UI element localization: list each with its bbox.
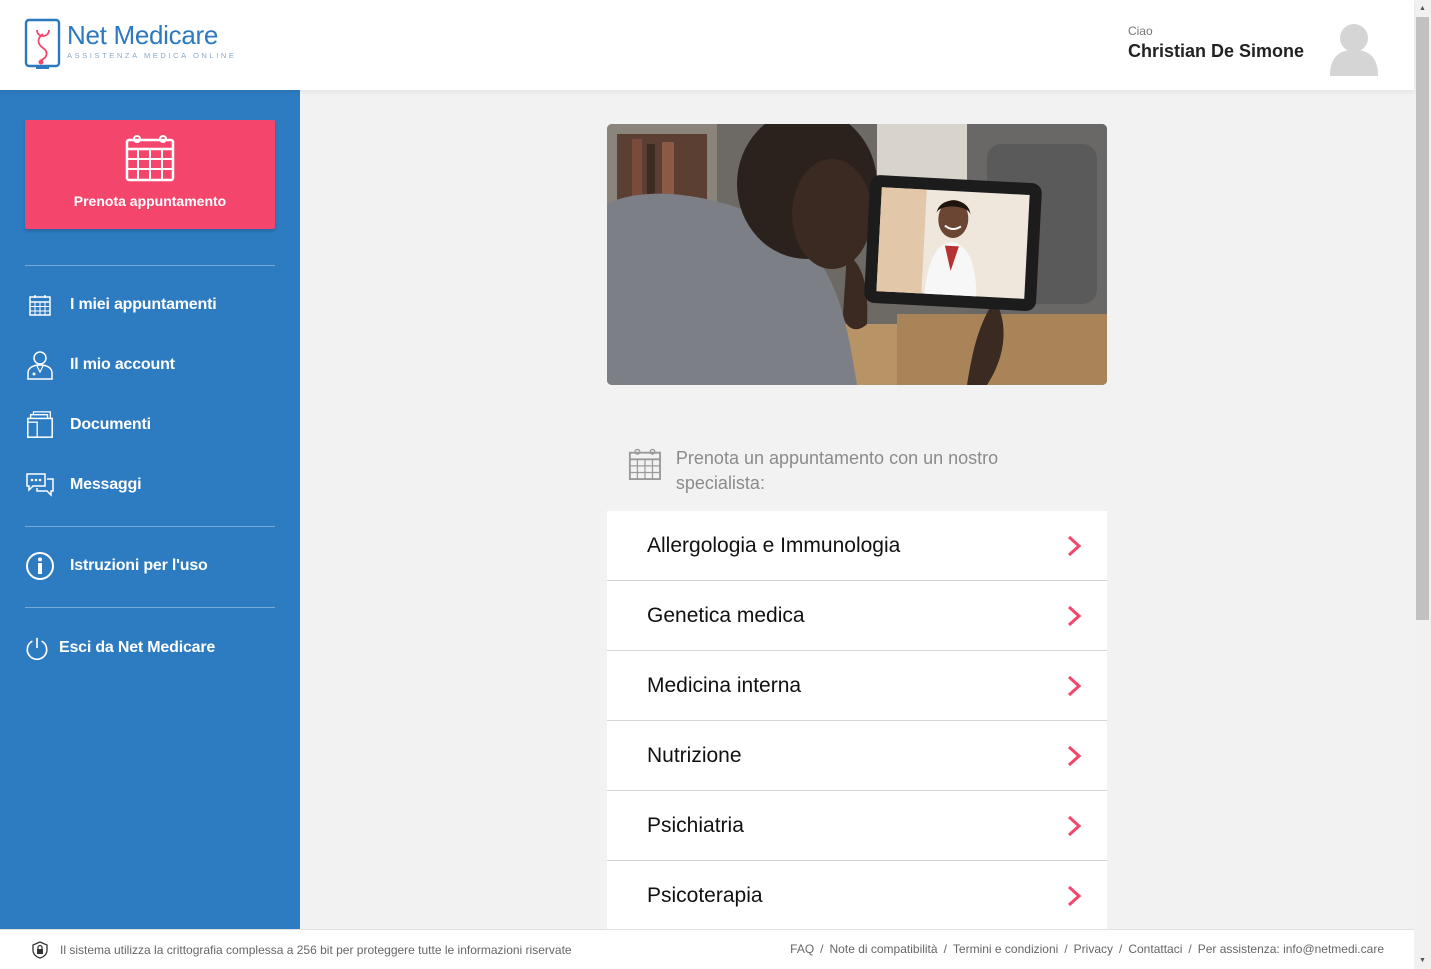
sidebar-item-label: Messaggi bbox=[70, 476, 142, 493]
booking-heading: Prenota un appuntamento con un nostro sp… bbox=[628, 446, 1068, 496]
user-greeting: Ciao bbox=[1127, 24, 1153, 38]
footer-link-compatibility[interactable]: Note di compatibilità bbox=[830, 942, 938, 956]
sidebar-item-label: Il mio account bbox=[70, 356, 175, 373]
sidebar-item-label: I miei appuntamenti bbox=[70, 296, 217, 313]
brand-subtitle: ASSISTENZA MEDICA ONLINE bbox=[67, 51, 237, 60]
chevron-right-icon bbox=[1067, 745, 1081, 766]
sidebar-item-label: Documenti bbox=[70, 416, 151, 433]
chevron-right-icon bbox=[1067, 605, 1081, 626]
brand-logo[interactable]: Net Medicare ASSISTENZA MEDICA ONLINE bbox=[24, 18, 237, 70]
specialty-item[interactable]: Genetica medica bbox=[607, 581, 1107, 651]
booking-heading-text: Prenota un appuntamento con un nostro sp… bbox=[675, 448, 999, 493]
documents-icon bbox=[25, 409, 55, 441]
calendar-icon bbox=[25, 289, 55, 321]
separator: / bbox=[943, 942, 947, 956]
scroll-up-arrow-icon[interactable]: ▲ bbox=[1414, 0, 1431, 17]
specialty-name: Medicina interna bbox=[647, 673, 802, 697]
logo-icon bbox=[24, 18, 61, 69]
info-icon bbox=[25, 550, 55, 582]
sidebar: Prenota appuntamento I miei appuntamenti… bbox=[0, 90, 300, 929]
user-name: Christian De Simone bbox=[1127, 41, 1304, 61]
specialty-item[interactable]: Psicoterapia bbox=[607, 861, 1107, 931]
specialty-name: Psicoterapia bbox=[647, 883, 763, 907]
scroll-thumb[interactable] bbox=[1416, 17, 1429, 620]
sidebar-item-appointments[interactable]: I miei appuntamenti bbox=[25, 285, 275, 325]
footer-link-contact[interactable]: Contattaci bbox=[1128, 942, 1182, 956]
scroll-down-arrow-icon[interactable]: ▼ bbox=[1414, 952, 1431, 969]
footer-link-terms[interactable]: Termini e condizioni bbox=[953, 942, 1058, 956]
separator: / bbox=[820, 942, 824, 956]
sidebar-item-documents[interactable]: Documenti bbox=[25, 405, 275, 445]
sidebar-divider bbox=[25, 607, 275, 608]
chevron-right-icon bbox=[1067, 675, 1081, 696]
sidebar-divider bbox=[25, 526, 275, 527]
book-appointment-label: Prenota appuntamento bbox=[73, 193, 227, 209]
footer: Il sistema utilizza la crittografia comp… bbox=[0, 929, 1414, 969]
calendar-icon bbox=[125, 135, 175, 182]
chevron-right-icon bbox=[1067, 815, 1081, 836]
separator: / bbox=[1188, 942, 1192, 956]
chevron-right-icon bbox=[1067, 885, 1081, 906]
logout-button[interactable]: Esci da Net Medicare bbox=[25, 628, 275, 668]
messages-icon bbox=[25, 469, 55, 501]
hero-image bbox=[607, 124, 1107, 385]
security-note: Il sistema utilizza la crittografia comp… bbox=[60, 942, 572, 957]
footer-link-privacy[interactable]: Privacy bbox=[1074, 942, 1113, 956]
calendar-icon bbox=[628, 448, 661, 481]
footer-link-faq[interactable]: FAQ bbox=[790, 942, 814, 956]
book-appointment-button[interactable]: Prenota appuntamento bbox=[25, 120, 275, 229]
page-scrollbar[interactable]: ▲ ▼ bbox=[1414, 0, 1431, 969]
specialty-name: Allergologia e Immunologia bbox=[647, 533, 901, 557]
specialty-list: Allergologia e Immunologia Genetica medi… bbox=[607, 511, 1107, 931]
sidebar-item-account[interactable]: Il mio account bbox=[25, 345, 275, 385]
user-info: Ciao Christian De Simone bbox=[1128, 24, 1304, 62]
chevron-right-icon bbox=[1067, 535, 1081, 556]
sidebar-divider bbox=[25, 265, 275, 266]
user-doctor-icon bbox=[25, 349, 55, 381]
separator: / bbox=[1064, 942, 1068, 956]
sidebar-item-instructions[interactable]: Istruzioni per l'uso bbox=[25, 546, 275, 586]
avatar-icon[interactable] bbox=[1330, 20, 1378, 76]
separator: / bbox=[1119, 942, 1123, 956]
specialty-name: Nutrizione bbox=[647, 743, 742, 767]
footer-links: FAQ / Note di compatibilità / Termini e … bbox=[790, 942, 1384, 956]
sidebar-item-messages[interactable]: Messaggi bbox=[25, 465, 275, 505]
specialty-name: Genetica medica bbox=[647, 603, 805, 627]
specialty-item[interactable]: Allergologia e Immunologia bbox=[607, 511, 1107, 581]
specialty-name: Psichiatria bbox=[647, 813, 744, 837]
specialty-item[interactable]: Nutrizione bbox=[607, 721, 1107, 791]
sidebar-item-label: Esci da Net Medicare bbox=[59, 639, 216, 656]
specialty-item[interactable]: Medicina interna bbox=[607, 651, 1107, 721]
specialty-item[interactable]: Psichiatria bbox=[607, 791, 1107, 861]
top-header: Net Medicare ASSISTENZA MEDICA ONLINE Ci… bbox=[0, 0, 1414, 90]
shield-lock-icon bbox=[32, 940, 48, 959]
sidebar-item-label: Istruzioni per l'uso bbox=[70, 557, 208, 574]
brand-title: Net Medicare bbox=[67, 20, 219, 50]
footer-link-support-email[interactable]: Per assistenza: info@netmedi.care bbox=[1198, 942, 1384, 956]
power-icon bbox=[25, 632, 49, 664]
